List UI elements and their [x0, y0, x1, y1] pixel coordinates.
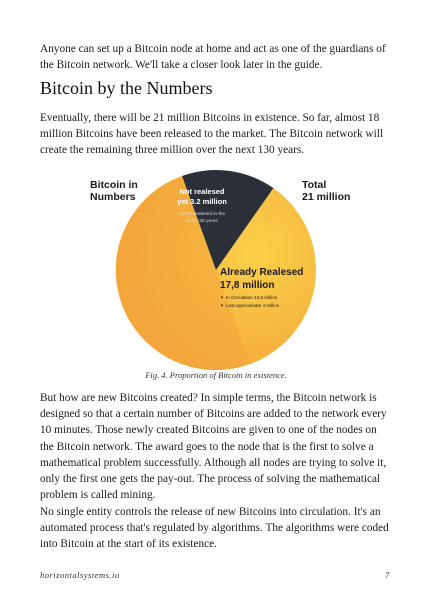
label-right-line-1: Total — [302, 179, 327, 191]
section-heading: Bitcoin by the Numbers — [40, 78, 213, 98]
paragraph-3: No single entity controls the release of… — [40, 506, 389, 551]
footer-site: horizontalsystems.io — [40, 570, 120, 580]
paragraph-1: Eventually, there will be 21 million Bit… — [40, 112, 384, 157]
label-right-line-2: 21 million — [302, 191, 351, 203]
slice-label-not-released-1: Not realesed — [179, 187, 224, 196]
figure-caption: Fig. 4. Proportion of Bitcoin in existen… — [145, 370, 287, 380]
bullet-dot — [221, 304, 223, 307]
label-bitcoin-in-numbers: Bitcoin in Numbers — [90, 179, 138, 203]
slice-note-not-released-1: will be realesed in the — [179, 211, 225, 217]
label-total: Total 21 million — [302, 179, 350, 203]
slice-label-not-released-2: yet 3.2 million — [177, 197, 227, 206]
slice-label-released-1: Already Realesed — [220, 267, 303, 278]
bullet-dot — [221, 296, 223, 299]
document-page: Anyone can set up a Bitcoin node at home… — [0, 0, 430, 600]
slice-note-released-1: In Circulation 13.8 million — [226, 295, 278, 300]
label-left-line-2: Numbers — [90, 191, 136, 203]
slice-note-released-2: Lost approximate 4 million — [226, 303, 280, 308]
pie-figure: Not realesed yet 3.2 million will be reale… — [40, 165, 392, 370]
slice-label-released-2: 17,8 million — [220, 280, 274, 291]
paragraph-2: But how are new Bitcoins created? In sim… — [40, 392, 387, 502]
label-left-line-1: Bitcoin in — [90, 179, 138, 191]
paragraph-intro: Anyone can set up a Bitcoin node at home… — [40, 43, 386, 72]
footer-page-number: 7 — [385, 570, 390, 580]
slice-note-not-released-2: next 130 years — [186, 218, 218, 224]
